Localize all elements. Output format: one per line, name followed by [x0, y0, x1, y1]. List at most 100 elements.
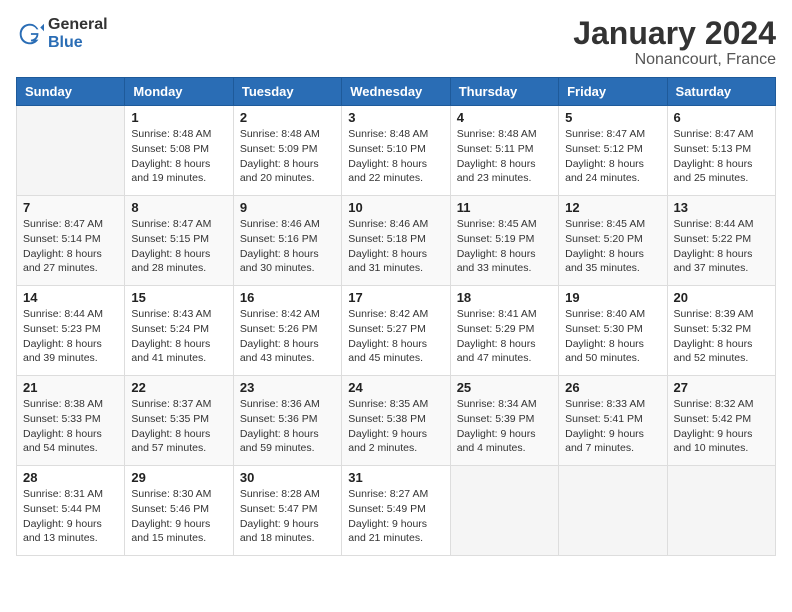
day-number: 8	[131, 200, 226, 215]
title-area: January 2024 Nonancourt, France	[573, 16, 776, 69]
day-number: 19	[565, 290, 660, 305]
calendar-cell: 24Sunrise: 8:35 AM Sunset: 5:38 PM Dayli…	[342, 376, 450, 466]
day-info: Sunrise: 8:47 AM Sunset: 5:14 PM Dayligh…	[23, 217, 118, 276]
day-info: Sunrise: 8:43 AM Sunset: 5:24 PM Dayligh…	[131, 307, 226, 366]
calendar-cell: 2 Sunrise: 8:48 AM Sunset: 5:09 PM Daylig…	[233, 106, 341, 196]
weekday-header-tuesday: Tuesday	[233, 78, 341, 106]
day-number: 29	[131, 470, 226, 485]
day-number: 31	[348, 470, 443, 485]
day-number: 16	[240, 290, 335, 305]
calendar-cell	[667, 466, 775, 556]
day-number: 6	[674, 110, 769, 125]
day-number: 3	[348, 110, 443, 125]
day-number: 25	[457, 380, 552, 395]
day-number: 28	[23, 470, 118, 485]
day-info: Sunrise: 8:32 AM Sunset: 5:42 PM Dayligh…	[674, 397, 769, 456]
day-info: Sunrise: 8:33 AM Sunset: 5:41 PM Dayligh…	[565, 397, 660, 456]
calendar-cell: 17Sunrise: 8:42 AM Sunset: 5:27 PM Dayli…	[342, 286, 450, 376]
day-info: Sunrise: 8:47 AM Sunset: 5:12 PM Dayligh…	[565, 127, 660, 186]
day-info: Sunrise: 8:42 AM Sunset: 5:26 PM Dayligh…	[240, 307, 335, 366]
day-info: Sunrise: 8:41 AM Sunset: 5:29 PM Dayligh…	[457, 307, 552, 366]
day-number: 11	[457, 200, 552, 215]
week-row-1: 1Sunrise: 8:48 AM Sunset: 5:08 PM Daylig…	[17, 106, 776, 196]
logo-general-text: General	[48, 16, 108, 34]
logo-icon	[16, 20, 44, 48]
calendar-cell: 30Sunrise: 8:28 AM Sunset: 5:47 PM Dayli…	[233, 466, 341, 556]
day-number: 4	[457, 110, 552, 125]
calendar-cell	[450, 466, 558, 556]
day-info: Sunrise: 8:45 AM Sunset: 5:20 PM Dayligh…	[565, 217, 660, 276]
day-info: Sunrise: 8:37 AM Sunset: 5:35 PM Dayligh…	[131, 397, 226, 456]
day-number: 5	[565, 110, 660, 125]
day-info: Sunrise: 8:28 AM Sunset: 5:47 PM Dayligh…	[240, 487, 335, 546]
day-info: Sunrise: 8:48 AM Sunset: 5:09 PM Dayligh…	[240, 127, 335, 186]
day-info: Sunrise: 8:42 AM Sunset: 5:27 PM Dayligh…	[348, 307, 443, 366]
day-info: Sunrise: 8:46 AM Sunset: 5:16 PM Dayligh…	[240, 217, 335, 276]
header-area: General Blue January 2024 Nonancourt, Fr…	[16, 16, 776, 69]
logo-blue-text: Blue	[48, 34, 108, 52]
day-info: Sunrise: 8:48 AM Sunset: 5:10 PM Dayligh…	[348, 127, 443, 186]
day-info: Sunrise: 8:40 AM Sunset: 5:30 PM Dayligh…	[565, 307, 660, 366]
month-title: January 2024	[573, 16, 776, 51]
calendar-cell: 1Sunrise: 8:48 AM Sunset: 5:08 PM Daylig…	[125, 106, 233, 196]
weekday-header-saturday: Saturday	[667, 78, 775, 106]
day-info: Sunrise: 8:45 AM Sunset: 5:19 PM Dayligh…	[457, 217, 552, 276]
day-number: 14	[23, 290, 118, 305]
day-number: 12	[565, 200, 660, 215]
day-info: Sunrise: 8:44 AM Sunset: 5:23 PM Dayligh…	[23, 307, 118, 366]
calendar-cell: 9 Sunrise: 8:46 AM Sunset: 5:16 PM Daylig…	[233, 196, 341, 286]
calendar-cell: 18 Sunrise: 8:41 AM Sunset: 5:29 PM Dayli…	[450, 286, 558, 376]
calendar-cell: 16 Sunrise: 8:42 AM Sunset: 5:26 PM Dayli…	[233, 286, 341, 376]
day-number: 27	[674, 380, 769, 395]
week-row-2: 7 Sunrise: 8:47 AM Sunset: 5:14 PM Daylig…	[17, 196, 776, 286]
day-info: Sunrise: 8:30 AM Sunset: 5:46 PM Dayligh…	[131, 487, 226, 546]
day-info: Sunrise: 8:31 AM Sunset: 5:44 PM Dayligh…	[23, 487, 118, 546]
calendar-cell: 28 Sunrise: 8:31 AM Sunset: 5:44 PM Dayli…	[17, 466, 125, 556]
day-number: 20	[674, 290, 769, 305]
calendar-cell: 5 Sunrise: 8:47 AM Sunset: 5:12 PM Daylig…	[559, 106, 667, 196]
day-number: 9	[240, 200, 335, 215]
calendar-cell: 3 Sunrise: 8:48 AM Sunset: 5:10 PM Daylig…	[342, 106, 450, 196]
calendar-cell: 15 Sunrise: 8:43 AM Sunset: 5:24 PM Dayli…	[125, 286, 233, 376]
weekday-header-thursday: Thursday	[450, 78, 558, 106]
weekday-header-row: SundayMondayTuesdayWednesdayThursdayFrid…	[17, 78, 776, 106]
day-info: Sunrise: 8:44 AM Sunset: 5:22 PM Dayligh…	[674, 217, 769, 276]
calendar-cell	[559, 466, 667, 556]
calendar-cell: 6 Sunrise: 8:47 AM Sunset: 5:13 PM Daylig…	[667, 106, 775, 196]
week-row-4: 21Sunrise: 8:38 AM Sunset: 5:33 PM Dayli…	[17, 376, 776, 466]
calendar-cell: 4 Sunrise: 8:48 AM Sunset: 5:11 PM Daylig…	[450, 106, 558, 196]
calendar-cell: 11 Sunrise: 8:45 AM Sunset: 5:19 PM Dayli…	[450, 196, 558, 286]
day-number: 10	[348, 200, 443, 215]
calendar-cell: 13Sunrise: 8:44 AM Sunset: 5:22 PM Dayli…	[667, 196, 775, 286]
day-number: 1	[131, 110, 226, 125]
location: Nonancourt, France	[573, 51, 776, 69]
day-info: Sunrise: 8:35 AM Sunset: 5:38 PM Dayligh…	[348, 397, 443, 456]
calendar-cell: 10Sunrise: 8:46 AM Sunset: 5:18 PM Dayli…	[342, 196, 450, 286]
week-row-5: 28 Sunrise: 8:31 AM Sunset: 5:44 PM Dayli…	[17, 466, 776, 556]
day-info: Sunrise: 8:34 AM Sunset: 5:39 PM Dayligh…	[457, 397, 552, 456]
logo: General Blue	[16, 16, 108, 51]
calendar-cell: 25 Sunrise: 8:34 AM Sunset: 5:39 PM Dayli…	[450, 376, 558, 466]
day-info: Sunrise: 8:38 AM Sunset: 5:33 PM Dayligh…	[23, 397, 118, 456]
day-number: 2	[240, 110, 335, 125]
day-info: Sunrise: 8:48 AM Sunset: 5:11 PM Dayligh…	[457, 127, 552, 186]
calendar-cell: 7 Sunrise: 8:47 AM Sunset: 5:14 PM Daylig…	[17, 196, 125, 286]
day-info: Sunrise: 8:27 AM Sunset: 5:49 PM Dayligh…	[348, 487, 443, 546]
day-number: 23	[240, 380, 335, 395]
day-info: Sunrise: 8:39 AM Sunset: 5:32 PM Dayligh…	[674, 307, 769, 366]
calendar-cell: 31 Sunrise: 8:27 AM Sunset: 5:49 PM Dayli…	[342, 466, 450, 556]
day-number: 18	[457, 290, 552, 305]
weekday-header-sunday: Sunday	[17, 78, 125, 106]
calendar-cell	[17, 106, 125, 196]
calendar-cell: 20 Sunrise: 8:39 AM Sunset: 5:32 PM Dayli…	[667, 286, 775, 376]
day-info: Sunrise: 8:47 AM Sunset: 5:13 PM Dayligh…	[674, 127, 769, 186]
day-number: 22	[131, 380, 226, 395]
calendar-cell: 14 Sunrise: 8:44 AM Sunset: 5:23 PM Dayli…	[17, 286, 125, 376]
day-number: 15	[131, 290, 226, 305]
weekday-header-friday: Friday	[559, 78, 667, 106]
day-number: 7	[23, 200, 118, 215]
day-info: Sunrise: 8:47 AM Sunset: 5:15 PM Dayligh…	[131, 217, 226, 276]
weekday-header-monday: Monday	[125, 78, 233, 106]
calendar-cell: 12 Sunrise: 8:45 AM Sunset: 5:20 PM Dayli…	[559, 196, 667, 286]
weekday-header-wednesday: Wednesday	[342, 78, 450, 106]
